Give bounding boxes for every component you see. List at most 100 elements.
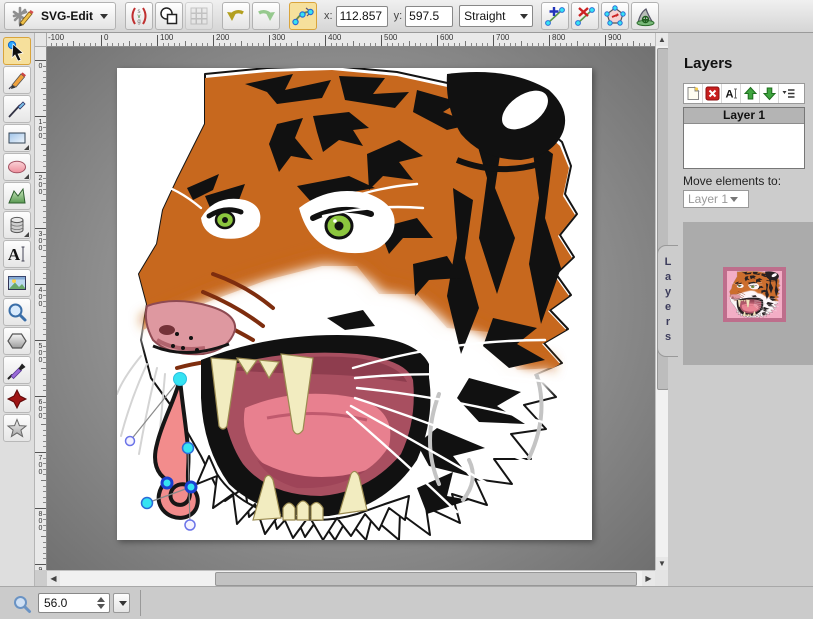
tool-path[interactable] [3,182,31,210]
zoom-spinner[interactable] [95,595,107,611]
main-menu-button[interactable]: SVG-Edit [4,2,116,30]
line-tool-icon [6,98,28,120]
rt-major [269,35,270,46]
new-layer-button[interactable] [684,84,703,103]
rt-min [454,43,455,46]
cylinder-icon [6,214,28,236]
rt-min [202,43,203,46]
rl-major [35,228,46,229]
tool-star[interactable] [3,414,31,442]
tool-rectangle[interactable] [3,124,31,152]
rt-min [527,43,528,46]
tool-select[interactable] [3,37,31,65]
tool-shape-library[interactable] [3,211,31,239]
layer-list[interactable]: Layer 1 [683,107,805,169]
tool-shape-cross[interactable] [3,385,31,413]
tool-zoom[interactable] [3,298,31,326]
rl-major [35,452,46,453]
delete-node-button[interactable] [571,2,599,30]
rt-label: 500 [384,33,397,42]
rl-min [43,222,46,223]
rl-min [43,502,46,503]
svg-edit-app: SVG-Edit s v g [0,0,813,619]
tool-pencil[interactable] [3,66,31,94]
rt-min [459,43,460,46]
canvas-thumbnail-frame[interactable] [723,267,786,322]
rt-mid [129,41,130,46]
rt-min [79,43,80,46]
rl-min [43,385,46,386]
rt-mid [353,41,354,46]
rl-min [43,402,46,403]
rt-min [487,43,488,46]
rt-major [605,35,606,46]
tool-ellipse[interactable] [3,153,31,181]
canvas-thumbnail[interactable] [727,271,782,318]
rl-min [43,278,46,279]
rl-min [43,211,46,212]
move-layer-up-button[interactable] [741,84,760,103]
top-toolbar: SVG-Edit s v g [0,0,813,33]
image-tool-icon [6,272,28,294]
horizontal-scrollbar[interactable]: ◀ ▶ [47,570,655,586]
edit-path-tool-button[interactable] [289,2,317,30]
tool-eyedropper[interactable] [3,356,31,384]
statusbar-divider [140,590,141,616]
rl-min [43,105,46,106]
add-node-button[interactable] [541,2,569,30]
scroll-left-arrow[interactable]: ◀ [47,571,60,586]
move-elements-select[interactable]: Layer 1 [683,190,749,208]
y-coordinate-input[interactable] [405,6,453,27]
horizontal-scroll-thumb[interactable] [215,572,637,586]
overview-area [683,222,813,365]
tool-image[interactable] [3,269,31,297]
select-arrow-icon [6,40,28,62]
layer-row-selected[interactable]: Layer 1 [684,108,804,124]
drawing-canvas[interactable] [117,68,592,540]
edit-source-button[interactable]: s v g [125,2,153,30]
document-properties-button[interactable] [155,2,183,30]
spinner-up-icon [97,597,105,602]
convert-to-path-button[interactable] [631,2,659,30]
rl-min [43,497,46,498]
scroll-down-arrow[interactable]: ▼ [656,557,668,570]
tool-line[interactable] [3,95,31,123]
layers-panel: Layers A [668,33,813,586]
scroll-right-arrow[interactable]: ▶ [642,571,655,586]
rl-min [43,553,46,554]
tool-text[interactable]: A [3,240,31,268]
rename-layer-icon: A [724,86,739,101]
delete-layer-button[interactable] [703,84,722,103]
rt-min [392,43,393,46]
rl-min [43,239,46,240]
scroll-up-arrow[interactable]: ▲ [656,33,668,46]
rl-major [35,564,46,565]
rt-min [331,43,332,46]
rl-min [43,374,46,375]
layer-menu-button[interactable] [779,84,798,103]
rl-min [43,155,46,156]
rt-min [67,43,68,46]
rt-min [420,43,421,46]
zoom-level-input[interactable]: 56.0 [38,593,110,613]
tool-polygon[interactable] [3,327,31,355]
editor-preferences-button[interactable] [185,2,213,30]
rt-min [599,43,600,46]
layers-side-tab[interactable]: Layers [657,245,678,357]
rename-layer-button[interactable]: A [722,84,741,103]
rt-mid [185,41,186,46]
undo-button[interactable] [222,2,250,30]
workspace[interactable] [47,47,655,570]
close-path-icon [604,5,626,27]
rl-major [35,284,46,285]
rt-major [157,35,158,46]
zoom-preset-dropdown[interactable] [113,593,130,613]
rl-min [43,295,46,296]
rt-min [275,43,276,46]
x-coordinate-input[interactable] [336,6,388,27]
move-layer-down-button[interactable] [760,84,779,103]
segment-type-select[interactable]: Straight [459,5,533,27]
redo-button[interactable] [252,2,280,30]
rt-min [359,43,360,46]
open-close-path-button[interactable] [601,2,629,30]
